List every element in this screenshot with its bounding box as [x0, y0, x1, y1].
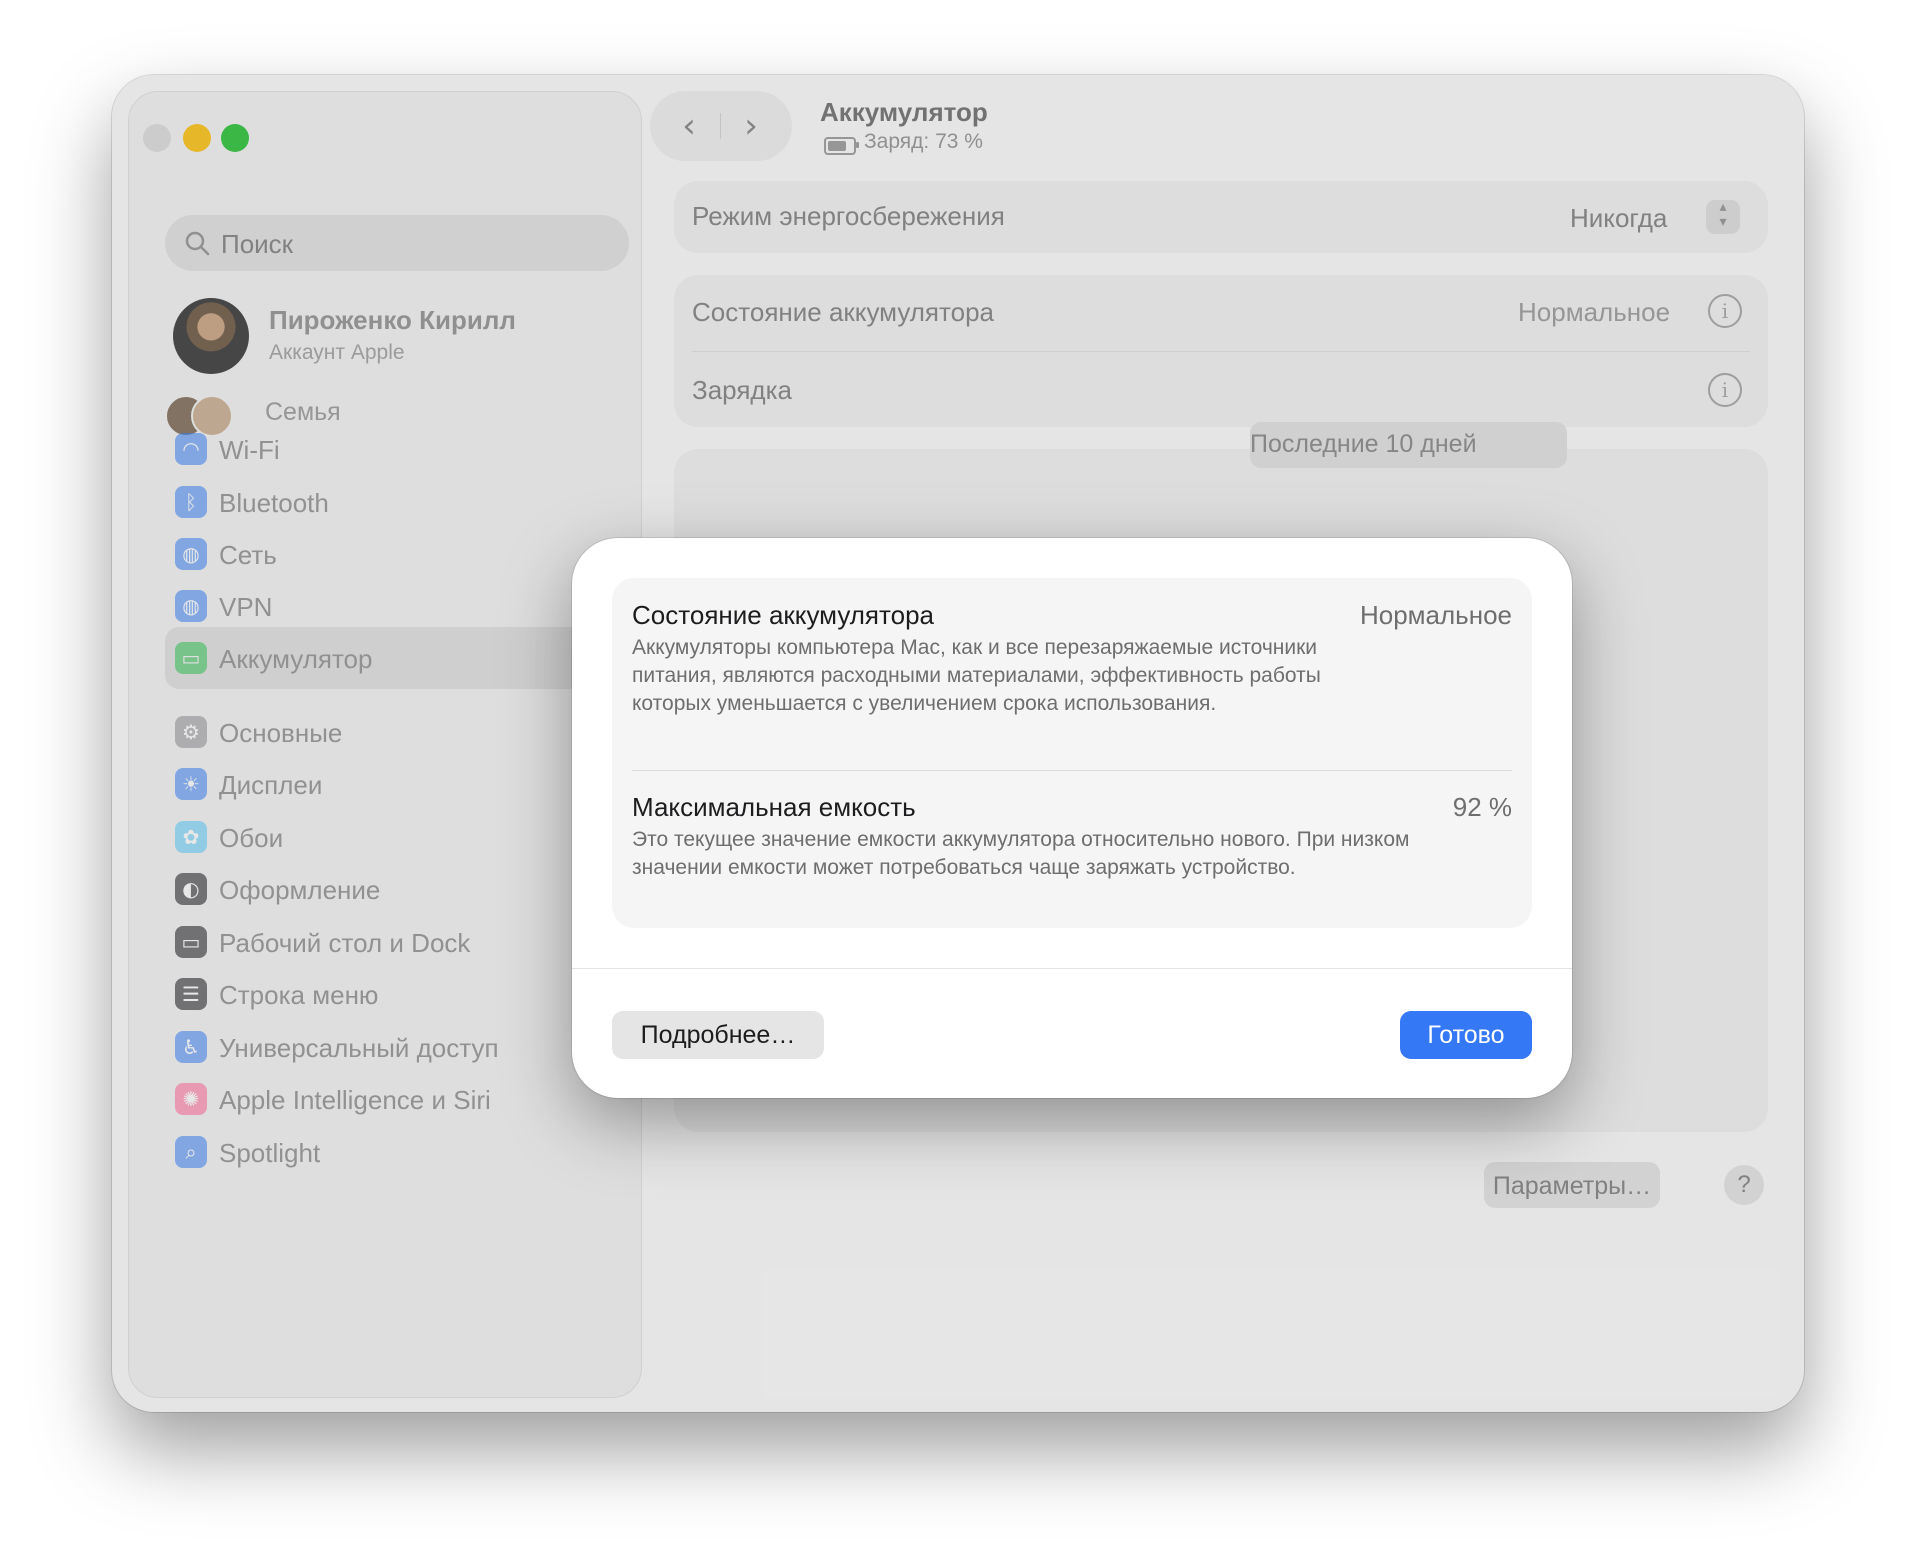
capacity-description: Это текущее значение емкости аккумулятор… — [632, 828, 1410, 879]
health-title: Состояние аккумулятора — [632, 600, 935, 630]
battery-health-dialog: Состояние аккумулятора Нормальное Аккуму… — [572, 538, 1572, 1098]
battery-health-details: Состояние аккумулятора Нормальное Аккуму… — [612, 578, 1532, 928]
dialog-footer-divider — [572, 968, 1572, 969]
health-value: Нормальное — [1359, 600, 1512, 630]
done-button[interactable]: Готово — [1400, 1011, 1532, 1059]
more-info-button[interactable]: Подробнее… — [612, 1011, 824, 1059]
capacity-value: 92 % — [1452, 792, 1512, 822]
settings-window: Поиск Пироженко Кирилл Аккаунт Apple Сем… — [112, 75, 1804, 1412]
capacity-title: Максимальная емкость — [632, 792, 916, 822]
details-divider — [632, 770, 1512, 771]
health-description: Аккумуляторы компьютера Mac, как и все п… — [632, 636, 1321, 715]
